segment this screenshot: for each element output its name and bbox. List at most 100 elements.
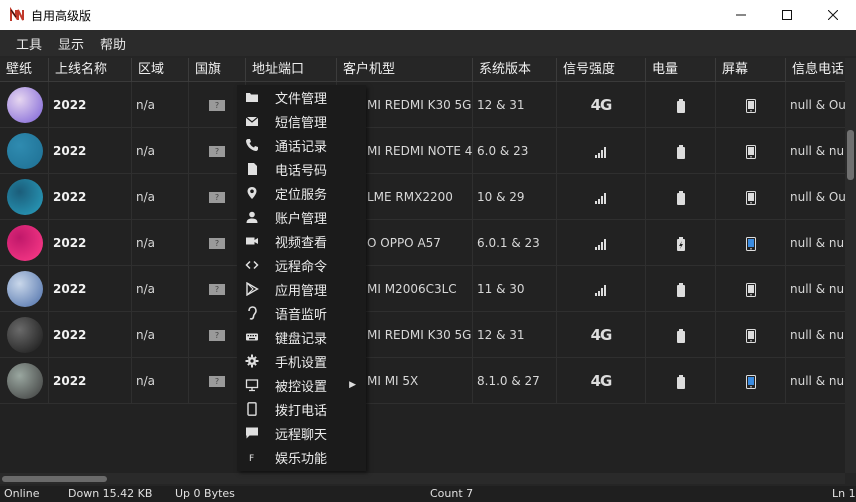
battery-cell bbox=[646, 220, 716, 266]
table-row[interactable]: 2022 n/a? MI REDMI K30 5G 12 & 31 4G null & O… bbox=[0, 82, 845, 128]
region-cell: n/a bbox=[132, 128, 189, 174]
signal-4g-icon: 4G bbox=[590, 326, 613, 344]
wallpaper-cell bbox=[0, 128, 49, 174]
wallpaper-cell bbox=[0, 358, 49, 404]
wallpaper-thumbnail bbox=[7, 179, 43, 215]
col-wallpaper[interactable]: 壁纸 bbox=[0, 58, 49, 82]
flag-placeholder-icon: ? bbox=[209, 330, 225, 341]
status-download: Down 15.42 KB bbox=[68, 487, 153, 500]
context-menu-item[interactable]: 键盘记录 bbox=[237, 325, 366, 349]
table-row[interactable]: 2022 n/a? O OPPO A57 6.0.1 & 23 null & null bbox=[0, 220, 845, 266]
context-menu-item[interactable]: 短信管理 bbox=[237, 109, 366, 133]
col-region[interactable]: 区域 bbox=[132, 58, 189, 82]
context-menu-item[interactable]: F 娱乐功能 bbox=[237, 445, 366, 469]
online-name-cell: 2022 bbox=[49, 220, 132, 266]
context-menu-label: 视频查看 bbox=[275, 235, 328, 251]
menu-view[interactable]: 显示 bbox=[50, 34, 92, 53]
context-menu-label: 定位服务 bbox=[275, 187, 328, 203]
col-screen[interactable]: 屏幕 bbox=[716, 58, 786, 82]
table-row[interactable]: 2022 n/a? MI REDMI K30 5G 12 & 31 4G null & n… bbox=[0, 312, 845, 358]
system-version-cell: 11 & 30 bbox=[473, 266, 557, 312]
info-phone-cell: null & null bbox=[786, 266, 845, 312]
status-line: Ln 1 bbox=[832, 487, 856, 500]
signal-bars-icon bbox=[595, 146, 606, 158]
context-menu-item[interactable]: 远程命令 bbox=[237, 253, 366, 277]
col-flag[interactable]: 国旗 bbox=[189, 58, 246, 82]
context-menu-item[interactable]: 远程聊天 bbox=[237, 421, 366, 445]
col-signal[interactable]: 信号强度 bbox=[557, 58, 646, 82]
context-menu-label: 远程聊天 bbox=[275, 427, 328, 443]
online-name-cell: 2022 bbox=[49, 82, 132, 128]
table-row[interactable]: 2022 n/a? MI REDMI NOTE 4X 6.0 & 23 null & n… bbox=[0, 128, 845, 174]
context-menu-item[interactable]: 电话号码 bbox=[237, 157, 366, 181]
close-button[interactable] bbox=[810, 0, 856, 30]
minimize-button[interactable] bbox=[718, 0, 764, 30]
context-menu-item[interactable]: 定位服务 bbox=[237, 181, 366, 205]
maximize-button[interactable] bbox=[764, 0, 810, 30]
menu-tools[interactable]: 工具 bbox=[8, 34, 50, 53]
context-menu-label: 娱乐功能 bbox=[275, 451, 328, 467]
code-icon bbox=[245, 258, 259, 272]
context-menu-label: 短信管理 bbox=[275, 115, 328, 131]
signal-4g-icon: 4G bbox=[590, 96, 613, 114]
wallpaper-cell bbox=[0, 174, 49, 220]
screen-cell bbox=[716, 220, 786, 266]
col-info-phone[interactable]: 信息电话 bbox=[786, 58, 845, 82]
battery-cell bbox=[646, 128, 716, 174]
minimize-icon bbox=[736, 14, 746, 16]
gear-icon bbox=[245, 354, 259, 368]
signal-cell: 4G bbox=[557, 312, 646, 358]
maximize-icon bbox=[782, 10, 792, 20]
phone-icon bbox=[245, 138, 259, 152]
monitor-icon bbox=[245, 378, 259, 392]
col-device-model[interactable]: 客户机型 bbox=[337, 58, 473, 82]
flag-placeholder-icon: ? bbox=[209, 284, 225, 295]
online-name-cell: 2022 bbox=[49, 128, 132, 174]
info-phone-cell: null & null bbox=[786, 312, 845, 358]
font-f-icon: F bbox=[245, 450, 259, 464]
context-menu-item[interactable]: 账户管理 bbox=[237, 205, 366, 229]
location-pin-icon bbox=[245, 186, 259, 200]
wallpaper-thumbnail bbox=[7, 133, 43, 169]
table-row[interactable]: 2022 n/a? MI M2006C3LC 11 & 30 null & null bbox=[0, 266, 845, 312]
wallpaper-thumbnail bbox=[7, 271, 43, 307]
client-table: 壁纸 上线名称 区域 国旗 地址端口 客户机型 系统版本 信号强度 电量 屏幕 … bbox=[0, 58, 845, 473]
signal-bars-icon bbox=[595, 284, 606, 296]
signal-cell: 4G bbox=[557, 358, 646, 404]
context-menu-item[interactable]: 文件管理 bbox=[237, 85, 366, 109]
table-row[interactable]: 2022 n/a? LME RMX2200 10 & 29 null & Out bbox=[0, 174, 845, 220]
context-menu-item[interactable]: 拨打电话 bbox=[237, 397, 366, 421]
vertical-scroll-thumb[interactable] bbox=[847, 130, 854, 180]
system-version-cell: 6.0 & 23 bbox=[473, 128, 557, 174]
play-app-icon bbox=[245, 282, 259, 296]
system-version-cell: 6.0.1 & 23 bbox=[473, 220, 557, 266]
context-menu-item[interactable]: 语音监听 bbox=[237, 301, 366, 325]
account-icon bbox=[245, 210, 259, 224]
col-system-version[interactable]: 系统版本 bbox=[473, 58, 557, 82]
context-menu-item[interactable]: 被控设置 ▶ bbox=[237, 373, 366, 397]
horizontal-scroll-thumb[interactable] bbox=[2, 476, 107, 482]
region-cell: n/a bbox=[132, 82, 189, 128]
col-address-port[interactable]: 地址端口 bbox=[246, 58, 337, 82]
col-battery[interactable]: 电量 bbox=[646, 58, 716, 82]
context-menu-item[interactable]: 通话记录 bbox=[237, 133, 366, 157]
menu-help[interactable]: 帮助 bbox=[92, 34, 134, 53]
context-menu-item[interactable]: 应用管理 bbox=[237, 277, 366, 301]
battery-full-icon bbox=[676, 328, 685, 343]
col-online-name[interactable]: 上线名称 bbox=[49, 58, 132, 82]
context-menu-item[interactable]: 手机设置 bbox=[237, 349, 366, 373]
info-phone-cell: null & Out bbox=[786, 174, 845, 220]
screen-cell bbox=[716, 174, 786, 220]
status-bar: Online Down 15.42 KB Up 0 Bytes Count 7 … bbox=[0, 486, 856, 502]
horizontal-scrollbar[interactable] bbox=[0, 473, 845, 484]
system-version-cell: 10 & 29 bbox=[473, 174, 557, 220]
submenu-arrow-icon: ▶ bbox=[349, 380, 356, 390]
context-menu-label: 应用管理 bbox=[275, 283, 328, 299]
menu-bar: 工具 显示 帮助 bbox=[0, 30, 856, 56]
context-menu-label: 键盘记录 bbox=[275, 331, 328, 347]
screen-status-icon bbox=[745, 328, 756, 343]
online-name-cell: 2022 bbox=[49, 312, 132, 358]
context-menu-item[interactable]: 视频查看 bbox=[237, 229, 366, 253]
table-row[interactable]: 2022 n/a? MI MI 5X 8.1.0 & 27 4G null & null bbox=[0, 358, 845, 404]
vertical-scrollbar[interactable] bbox=[845, 58, 856, 473]
